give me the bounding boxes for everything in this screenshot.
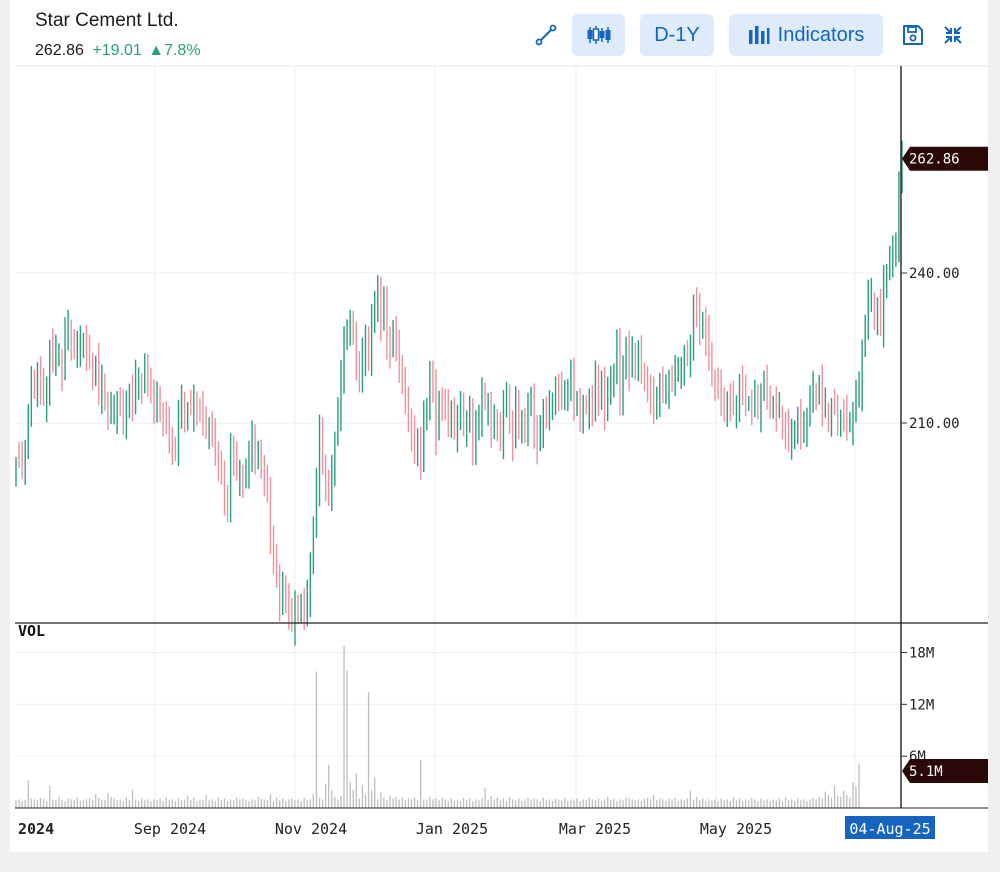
- volume-axis-label: VOL: [18, 622, 45, 640]
- x-tick-label: May 2025: [700, 820, 772, 838]
- price-tick-label: 240.00: [909, 266, 960, 282]
- x-tick-label: Jan 2025: [416, 820, 488, 838]
- volume-tick-label: 12M: [909, 697, 934, 713]
- x-tick-label: 2024: [18, 820, 54, 838]
- chart-widget: Star Cement Ltd. 262.86 +19.01 ▲7.8% D-1…: [10, 0, 988, 852]
- last-volume-label: 5.1M: [909, 764, 943, 780]
- x-tick-label: Sep 2024: [134, 820, 206, 838]
- price-tick-label: 210.00: [909, 416, 960, 432]
- x-tick-label: Nov 2024: [275, 820, 347, 838]
- last-price-label: 262.86: [909, 152, 960, 168]
- x-tick-label: Mar 2025: [559, 820, 631, 838]
- price-chart[interactable]: 240.00210.00262.86VOL18M12M6M5.1M2024 Sep…: [10, 0, 988, 852]
- crosshair-date-label: 04-Aug-25: [849, 820, 930, 838]
- volume-tick-label: 18M: [909, 645, 934, 661]
